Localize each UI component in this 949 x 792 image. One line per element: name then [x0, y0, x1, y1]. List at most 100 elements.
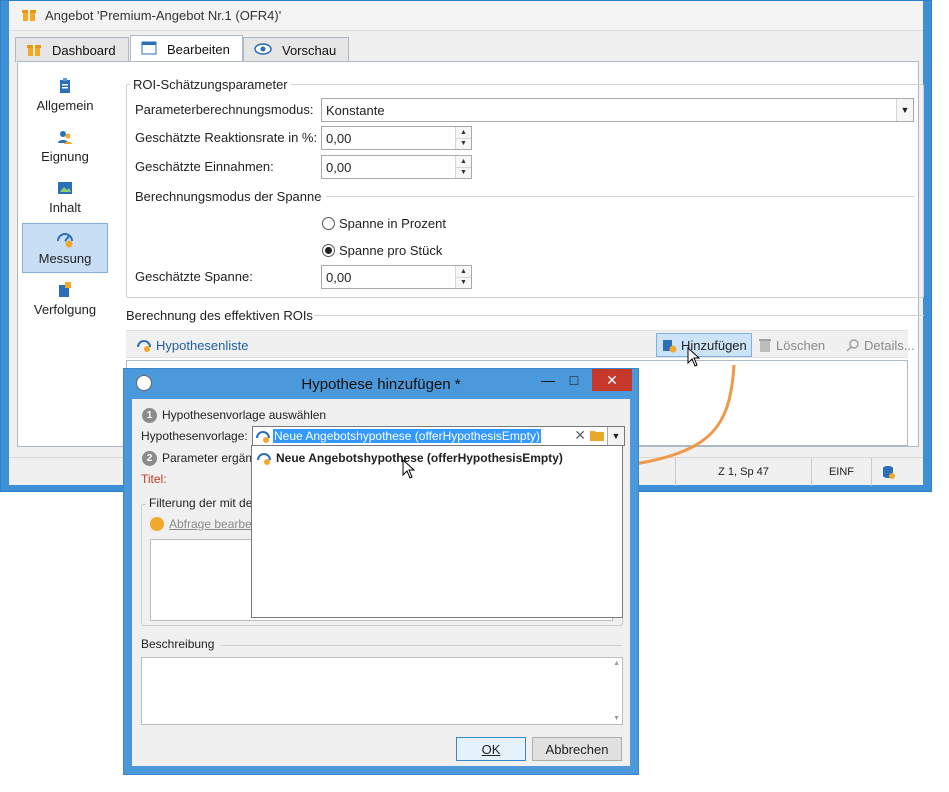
tab-dashboard-label: Dashboard: [52, 42, 116, 58]
radio-label: Spanne in Prozent: [339, 216, 446, 231]
radio-margin-percent[interactable]: Spanne in Prozent: [322, 216, 446, 231]
tab-vorschau-label: Vorschau: [282, 42, 337, 58]
spin-down-icon[interactable]: ▼: [456, 277, 471, 288]
sidebar-item-messung[interactable]: Messung: [22, 223, 108, 273]
sidebar-item-label: Messung: [38, 251, 92, 266]
margin-input[interactable]: 0,00 ▲ ▼: [321, 265, 472, 289]
sidebar-item-allgemein[interactable]: Allgemein: [22, 70, 108, 120]
roi-group-legend: ROI-Schätzungsparameter: [130, 77, 291, 92]
mode-label: Parameterberechnungsmodus:: [135, 102, 314, 117]
sidebar-item-label: Verfolgung: [33, 302, 97, 317]
spin-up-icon[interactable]: ▲: [456, 156, 471, 168]
edit-query-link[interactable]: Abfrage bearbe: [150, 517, 252, 531]
add-icon: [663, 340, 677, 353]
dropdown-option[interactable]: Neue Angebotshypothese (offerHypothesisE…: [254, 448, 620, 468]
step-number: 1: [142, 408, 157, 423]
radio-label: Spanne pro Stück: [339, 243, 443, 258]
income-input[interactable]: 0,00 ▲ ▼: [321, 155, 472, 179]
margin-value: 0,00: [326, 269, 352, 285]
income-label: Geschätzte Einnahmen:: [135, 159, 274, 174]
database-icon[interactable]: [871, 458, 903, 486]
details-button-label: Details...: [864, 337, 915, 353]
details-button[interactable]: Details...: [842, 333, 919, 357]
scroll-down-icon[interactable]: ▼: [613, 715, 620, 722]
cancel-button[interactable]: Abbrechen: [532, 737, 622, 761]
sidebar-item-verfolgung[interactable]: Verfolgung: [22, 274, 108, 324]
insert-mode: EINF: [811, 458, 871, 486]
add-button[interactable]: Hinzufügen: [656, 333, 752, 357]
spin-down-icon[interactable]: ▼: [456, 167, 471, 178]
step2-label: Parameter ergänz: [162, 451, 259, 465]
radio-button[interactable]: [322, 244, 335, 257]
filter-group-legend: Filterung der mit de: [146, 496, 256, 510]
effective-roi-label: Berechnung des effektiven ROIs: [126, 308, 313, 323]
folder-icon[interactable]: [590, 429, 604, 444]
sidebar-item-eignung[interactable]: Eignung: [22, 121, 108, 171]
margin-spinner[interactable]: ▲ ▼: [455, 266, 471, 288]
template-dropdown: Neue Angebotshypothese (offerHypothesisE…: [251, 445, 623, 618]
close-icon[interactable]: ✕: [592, 369, 632, 391]
margin-label: Geschätzte Spanne:: [135, 269, 253, 284]
query-icon: [150, 517, 164, 531]
description-divider: [220, 645, 622, 646]
window-title: Angebot 'Premium-Angebot Nr.1 (OFR4)': [45, 8, 282, 23]
margin-section-label: Berechnungsmodus der Spanne: [135, 189, 322, 204]
delete-button[interactable]: Löschen: [754, 333, 829, 357]
step1-label: Hypothesenvorlage auswählen: [162, 408, 327, 422]
mouse-cursor-icon: [687, 347, 701, 367]
spin-up-icon[interactable]: ▲: [456, 266, 471, 278]
ok-button-label: OK: [481, 741, 501, 757]
sidebar-item-label: Inhalt: [49, 200, 81, 215]
spin-down-icon[interactable]: ▼: [456, 138, 471, 149]
template-label: Hypothesenvorlage:: [141, 429, 248, 443]
template-combo[interactable]: Neue Angebotshypothese (offerHypothesisE…: [252, 426, 625, 446]
mode-select[interactable]: Konstante ▼: [321, 98, 914, 122]
minimize-icon[interactable]: —: [536, 369, 560, 391]
rate-value: 0,00: [326, 130, 352, 146]
mode-select-value: Konstante: [326, 102, 385, 118]
tracking-icon: [56, 281, 74, 299]
mouse-cursor-icon: [402, 459, 416, 479]
trash-icon: [759, 339, 771, 352]
edit-query-label: Abfrage bearbe: [169, 517, 252, 531]
radio-margin-per-piece[interactable]: Spanne pro Stück: [322, 243, 442, 258]
sidebar: Allgemein Eignung Inhalt Messung Verfolg…: [22, 70, 110, 325]
step-number: 2: [142, 451, 157, 466]
description-textarea[interactable]: ▲ ▼: [141, 657, 623, 725]
rate-input[interactable]: 0,00 ▲ ▼: [321, 126, 472, 150]
dropdown-option-label: Neue Angebotshypothese (offerHypothesisE…: [276, 451, 563, 465]
offer-gift-icon: [21, 6, 37, 25]
eye-icon: [254, 42, 272, 58]
magnifier-icon: [846, 339, 859, 352]
gift-icon: [26, 41, 42, 60]
tab-vorschau[interactable]: Vorschau: [243, 37, 350, 62]
scroll-up-icon[interactable]: ▲: [613, 660, 620, 667]
users-icon: [56, 128, 74, 146]
rate-label: Geschätzte Reaktionsrate in %:: [135, 130, 318, 145]
hypothesis-list-tab[interactable]: Hypothesenliste: [132, 333, 253, 357]
clipboard-icon: [56, 77, 74, 95]
income-value: 0,00: [326, 159, 352, 175]
spin-up-icon[interactable]: ▲: [456, 127, 471, 139]
tab-dashboard[interactable]: Dashboard: [15, 37, 129, 62]
dialog-title: Hypothese hinzufügen *: [301, 375, 461, 393]
tab-bearbeiten[interactable]: Bearbeiten: [130, 35, 243, 62]
cancel-button-label: Abbrechen: [545, 741, 609, 757]
chevron-down-icon[interactable]: ▼: [896, 99, 913, 121]
chevron-down-icon[interactable]: ▼: [607, 427, 624, 445]
margin-section-divider: [326, 196, 914, 197]
edit-window-icon: [141, 40, 157, 59]
income-spinner[interactable]: ▲ ▼: [455, 156, 471, 178]
maximize-icon[interactable]: □: [562, 369, 586, 391]
radio-button[interactable]: [322, 217, 335, 230]
hypothesis-icon: [256, 431, 270, 443]
ok-button[interactable]: OK: [456, 737, 526, 761]
delete-button-label: Löschen: [776, 337, 826, 353]
hypothesis-toolbar: Hypothesenliste Hinzufügen Löschen Detai…: [126, 330, 915, 358]
template-value[interactable]: Neue Angebotshypothese (offerHypothesisE…: [273, 429, 541, 443]
title-field-label: Titel:: [141, 472, 167, 486]
rate-spinner[interactable]: ▲ ▼: [455, 127, 471, 149]
sidebar-item-label: Eignung: [41, 149, 89, 164]
clear-icon[interactable]: ✕: [574, 427, 586, 444]
sidebar-item-inhalt[interactable]: Inhalt: [22, 172, 108, 222]
